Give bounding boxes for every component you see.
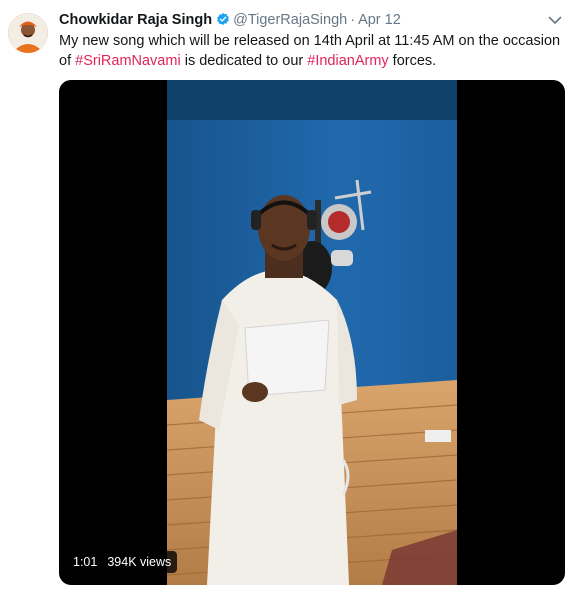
tweet-text-part3: forces. bbox=[388, 53, 437, 69]
avatar[interactable] bbox=[8, 13, 48, 53]
video-frame bbox=[167, 80, 457, 585]
hashtag-sriramnavami[interactable]: #SriRamNavami bbox=[75, 53, 181, 69]
tweet-text-part2: is dedicated to our bbox=[180, 53, 308, 69]
tweet-card: Chowkidar Raja Singh @TigerRajaSingh · Apr … bbox=[0, 0, 569, 591]
separator-dot: · bbox=[350, 12, 356, 28]
video-duration: 1:01 bbox=[73, 555, 98, 569]
video-views: 394K views bbox=[107, 555, 172, 569]
author-handle[interactable]: @TigerRajaSingh bbox=[233, 12, 347, 28]
tweet-date[interactable]: Apr 12 bbox=[358, 12, 401, 28]
verified-badge-icon bbox=[216, 12, 230, 26]
tweet-text: My new song which will be released on 14… bbox=[59, 31, 565, 71]
video-player[interactable]: 1:01 394K views bbox=[59, 80, 565, 585]
video-badge: 1:01 394K views bbox=[67, 551, 178, 573]
tweet-header: Chowkidar Raja Singh @TigerRajaSingh · Apr … bbox=[59, 10, 559, 30]
author-name[interactable]: Chowkidar Raja Singh bbox=[59, 12, 212, 28]
hashtag-indianarmy[interactable]: #IndianArmy bbox=[307, 53, 388, 69]
chevron-down-icon[interactable] bbox=[547, 12, 563, 28]
